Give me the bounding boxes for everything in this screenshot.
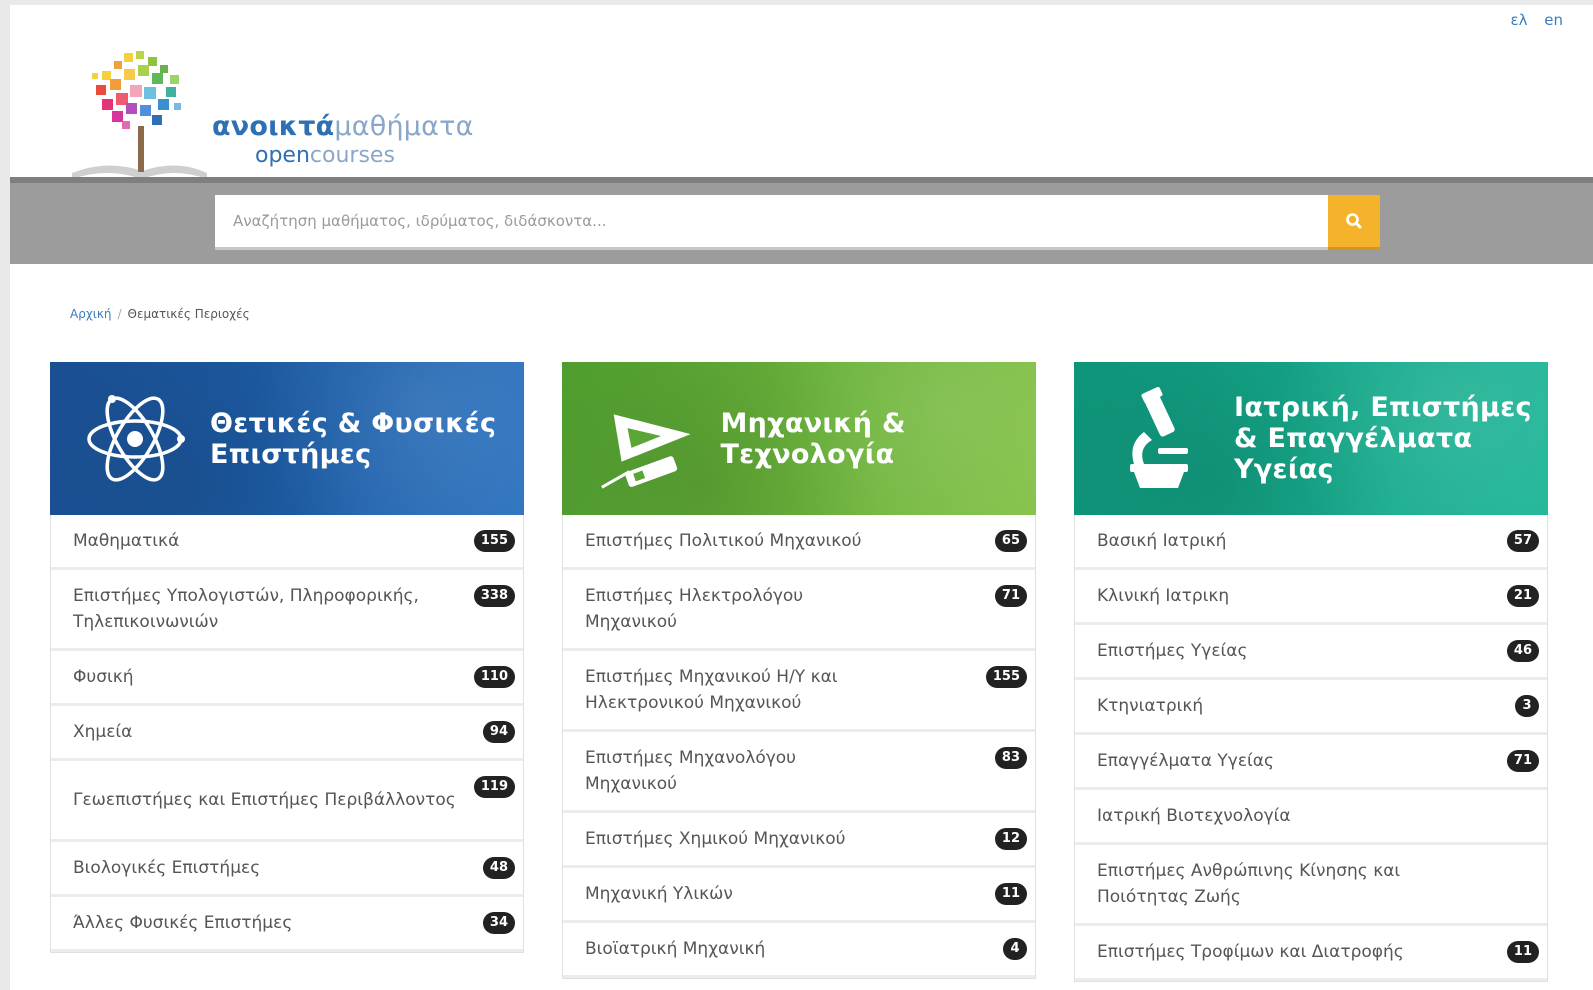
page: ελ en ανοικτάμαθήματα opencourses Αναζήτ… [10, 5, 1593, 990]
tree-book-logo-icon [72, 51, 207, 179]
count-badge: 21 [1506, 585, 1539, 607]
count-badge: 12 [994, 828, 1027, 850]
breadcrumb-home-link[interactable]: Αρχική [70, 307, 112, 321]
list-item[interactable]: Μαθηματικά 155 [51, 515, 523, 570]
list-item[interactable]: Μηχανική Υλικών 11 [563, 868, 1035, 923]
list-item[interactable]: Επιστήμες Ηλεκτρολόγου Μηχανικού 71 [563, 570, 1035, 651]
count-badge: 71 [994, 585, 1027, 607]
list-item[interactable]: Βιολογικές Επιστήμες 48 [51, 842, 523, 897]
breadcrumb-separator: / [117, 307, 122, 321]
list-item[interactable]: Βασική Ιατρική 57 [1075, 515, 1547, 570]
count-badge: 83 [994, 747, 1027, 769]
lang-en-link[interactable]: en [1544, 11, 1563, 29]
list-item[interactable]: Επιστήμες Πολιτικού Μηχανικού 65 [563, 515, 1035, 570]
list-item[interactable]: Ιατρική Βιοτεχνολογία [1075, 790, 1547, 845]
search-icon [1346, 213, 1362, 229]
list-item[interactable]: Επιστήμες Υγείας 46 [1075, 625, 1547, 680]
list-item[interactable]: Γεωεπιστήμες και Επιστήμες Περιβάλλοντος… [51, 761, 523, 842]
logo-text-light: μαθήματα [334, 111, 474, 142]
list-item[interactable]: Άλλες Φυσικές Επιστήμες 34 [51, 897, 523, 952]
list-item[interactable]: Κλινική Ιατρικη 21 [1075, 570, 1547, 625]
atom-icon [87, 394, 185, 482]
count-badge: 119 [473, 776, 515, 798]
logo-text-bold: ανοικτά [212, 111, 335, 142]
list-item[interactable]: Φυσική 110 [51, 651, 523, 706]
list-item[interactable]: Χημεία 94 [51, 706, 523, 761]
category-natural-sciences: Θετικές & Φυσικές Επιστήμες Μαθηματικά 15… [50, 362, 524, 953]
search-bar [10, 177, 1593, 264]
list-item[interactable]: Βιοϊατρική Μηχανική 4 [563, 923, 1035, 978]
category-title: Θετικές & Φυσικές Επιστήμες [210, 407, 497, 470]
language-switcher: ελ en [1498, 11, 1563, 29]
drafting-triangle-icon [601, 413, 691, 489]
count-badge: 338 [473, 585, 515, 607]
logo-subtext-light: courses [309, 143, 395, 168]
count-badge: 34 [482, 912, 515, 934]
list-item[interactable]: Επιστήμες Υπολογιστών, Πληροφορικής, Τηλ… [51, 570, 523, 651]
subcategory-list: Μαθηματικά 155 Επιστήμες Υπολογιστών, Πλη… [50, 515, 524, 953]
breadcrumb: Αρχική / Θεματικές Περιοχές [70, 307, 250, 321]
category-engineering-technology: Μηχανική & Τεχνολογία Επιστήμες Πολιτικο… [562, 362, 1036, 979]
category-banner-natural-sciences[interactable]: Θετικές & Φυσικές Επιστήμες [50, 362, 524, 515]
list-item[interactable]: Επιστήμες Μηχανικού Η/Υ και Ηλεκτρονικού… [563, 651, 1035, 732]
category-banner-engineering[interactable]: Μηχανική & Τεχνολογία [562, 362, 1036, 515]
category-title: Μηχανική & Τεχνολογία [720, 407, 906, 470]
list-item[interactable]: Επιστήμες Τροφίμων και Διατροφής 11 [1075, 926, 1547, 981]
search-input[interactable] [215, 195, 1328, 247]
list-item[interactable]: Επιστήμες Ανθρώπινης Κίνησης και Ποιότητ… [1075, 845, 1547, 926]
count-badge: 46 [1506, 640, 1539, 662]
list-item[interactable]: Επαγγέλματα Υγείας 71 [1075, 735, 1547, 790]
search-button[interactable] [1328, 195, 1380, 247]
category-health-sciences: Ιατρική, Επιστήμες & Επαγγέλματα Υγείας … [1074, 362, 1548, 982]
count-badge: 94 [482, 721, 515, 743]
list-item[interactable]: Επιστήμες Χημικού Μηχανικού 12 [563, 813, 1035, 868]
microscope-icon [1130, 386, 1188, 488]
count-badge: 155 [473, 530, 515, 552]
lang-el-link[interactable]: ελ [1510, 11, 1527, 29]
subcategory-list: Επιστήμες Πολιτικού Μηχανικού 65 Επιστήμε… [562, 515, 1036, 979]
count-badge: 3 [1515, 695, 1539, 717]
list-item[interactable]: Κτηνιατρική 3 [1075, 680, 1547, 735]
list-item[interactable]: Επιστήμες Μηχανολόγου Μηχανικού 83 [563, 732, 1035, 813]
category-title: Ιατρική, Επιστήμες & Επαγγέλματα Υγείας [1234, 392, 1532, 485]
count-badge: 71 [1506, 750, 1539, 772]
logo-subtext-bold: open [255, 143, 310, 168]
site-logo[interactable]: ανοικτάμαθήματα opencourses [62, 41, 474, 181]
count-badge: 4 [1003, 938, 1027, 960]
subcategory-list: Βασική Ιατρική 57 Κλινική Ιατρικη 21 Επιστ… [1074, 515, 1548, 982]
count-badge: 11 [994, 883, 1027, 905]
count-badge: 110 [473, 666, 515, 688]
category-banner-health[interactable]: Ιατρική, Επιστήμες & Επαγγέλματα Υγείας [1074, 362, 1548, 515]
count-badge: 65 [994, 530, 1027, 552]
breadcrumb-current: Θεματικές Περιοχές [127, 307, 250, 321]
count-badge: 57 [1506, 530, 1539, 552]
count-badge: 11 [1506, 941, 1539, 963]
count-badge: 155 [985, 666, 1027, 688]
count-badge: 48 [482, 857, 515, 879]
